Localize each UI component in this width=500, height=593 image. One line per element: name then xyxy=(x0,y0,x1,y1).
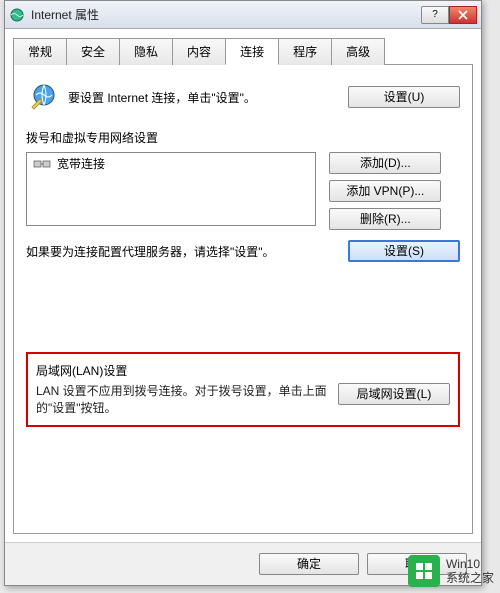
watermark-text: Win10 系统之家 xyxy=(446,557,494,586)
watermark-line2: 系统之家 xyxy=(446,571,494,585)
window-buttons: ? xyxy=(421,6,477,24)
tab-general[interactable]: 常规 xyxy=(13,38,67,65)
add-connection-button[interactable]: 添加(D)... xyxy=(329,152,441,174)
tab-bar: 常规 安全 隐私 内容 连接 程序 高级 xyxy=(13,37,473,64)
setup-message: 要设置 Internet 连接，单击"设置"。 xyxy=(68,89,338,106)
internet-properties-dialog: Internet 属性 ? 常规 安全 隐私 内容 连接 程序 高级 要设置 I… xyxy=(4,0,482,586)
close-icon xyxy=(458,10,468,20)
lan-settings-button[interactable]: 局域网设置(L) xyxy=(338,383,450,405)
connection-icon xyxy=(33,157,51,171)
dialup-group: 宽带连接 添加(D)... 添加 VPN(P)... 删除(R)... 如果要为… xyxy=(26,152,460,262)
connections-listbox[interactable]: 宽带连接 xyxy=(26,152,316,226)
watermark-logo xyxy=(408,555,440,587)
internet-options-icon xyxy=(9,7,25,23)
tab-privacy[interactable]: 隐私 xyxy=(119,38,173,65)
connection-settings-button[interactable]: 设置(S) xyxy=(348,240,460,262)
add-vpn-button[interactable]: 添加 VPN(P)... xyxy=(329,180,441,202)
list-item[interactable]: 宽带连接 xyxy=(27,153,315,174)
watermark-line1: Win10 xyxy=(446,557,494,571)
tab-connections[interactable]: 连接 xyxy=(225,38,279,65)
window-title: Internet 属性 xyxy=(31,6,421,23)
lan-section-highlight: 局域网(LAN)设置 LAN 设置不应用到拨号连接。对于拨号设置，单击上面的"设… xyxy=(26,352,460,427)
lan-legend: 局域网(LAN)设置 xyxy=(36,362,450,379)
list-item-label: 宽带连接 xyxy=(57,155,105,172)
lan-message: LAN 设置不应用到拨号连接。对于拨号设置，单击上面的"设置"按钮。 xyxy=(36,383,330,417)
proxy-row: 如果要为连接配置代理服务器，请选择"设置"。 设置(S) xyxy=(26,240,460,262)
lan-body: LAN 设置不应用到拨号连接。对于拨号设置，单击上面的"设置"按钮。 局域网设置… xyxy=(36,383,450,417)
tab-content[interactable]: 内容 xyxy=(172,38,226,65)
proxy-message: 如果要为连接配置代理服务器，请选择"设置"。 xyxy=(26,243,340,260)
close-button[interactable] xyxy=(449,6,477,24)
dialup-legend: 拨号和虚拟专用网络设置 xyxy=(26,129,460,146)
dialup-button-column: 添加(D)... 添加 VPN(P)... 删除(R)... xyxy=(329,152,441,230)
titlebar[interactable]: Internet 属性 ? xyxy=(5,1,481,29)
windows-icon xyxy=(414,561,434,581)
globe-wizard-icon xyxy=(26,81,58,113)
watermark: Win10 系统之家 xyxy=(408,555,494,587)
help-button[interactable]: ? xyxy=(421,6,449,24)
tab-security[interactable]: 安全 xyxy=(66,38,120,65)
ok-button[interactable]: 确定 xyxy=(259,553,359,575)
setup-row: 要设置 Internet 连接，单击"设置"。 设置(U) xyxy=(26,81,460,113)
tab-programs[interactable]: 程序 xyxy=(278,38,332,65)
tab-advanced[interactable]: 高级 xyxy=(331,38,385,65)
remove-connection-button[interactable]: 删除(R)... xyxy=(329,208,441,230)
setup-button[interactable]: 设置(U) xyxy=(348,86,460,108)
tab-content-panel: 要设置 Internet 连接，单击"设置"。 设置(U) 拨号和虚拟专用网络设… xyxy=(13,64,473,534)
